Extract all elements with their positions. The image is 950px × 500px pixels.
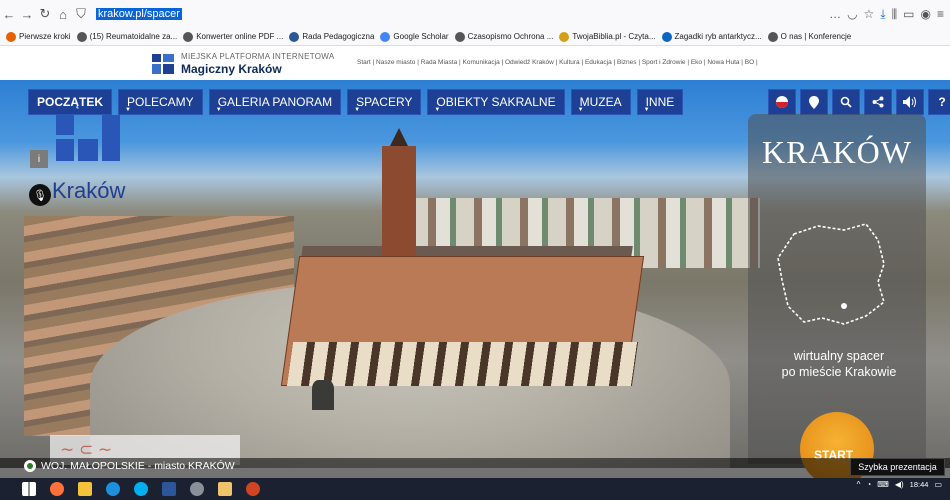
bookmark-item[interactable]: TwojaBiblia.pl - Czyta... bbox=[559, 31, 656, 42]
bookmark-icon bbox=[454, 31, 465, 42]
monument bbox=[312, 380, 334, 410]
caret-down-icon: ▼ bbox=[354, 107, 361, 113]
network-icon[interactable]: ◔ bbox=[866, 480, 871, 489]
bookmark-icon bbox=[76, 31, 87, 42]
volume-icon[interactable] bbox=[896, 89, 924, 115]
tool-buttons: ? bbox=[768, 89, 950, 115]
sound-icon[interactable]: ◀) bbox=[895, 480, 904, 489]
bookmark-icon bbox=[661, 31, 672, 42]
bookmark-icon bbox=[183, 31, 194, 42]
clock[interactable]: 18:44 bbox=[910, 480, 929, 489]
caret-down-icon: ▼ bbox=[577, 107, 584, 113]
menu-item-galeria[interactable]: GALERIA PANORAM ▼ bbox=[208, 89, 342, 115]
partner-badge-icon: ∼ ⊂ ∼ bbox=[60, 440, 113, 459]
main-menu: POCZĄTEK POLECAMY ▼ GALERIA PANORAM ▼ SPAC… bbox=[28, 89, 684, 115]
info-icon[interactable]: i bbox=[30, 150, 48, 168]
reload-icon[interactable]: ↻ bbox=[36, 6, 54, 22]
panel-title: KRAKÓW bbox=[762, 134, 912, 170]
home-icon[interactable]: ⌂ bbox=[54, 7, 72, 22]
url-bar[interactable]: krakow.pl/spacer bbox=[96, 5, 829, 23]
library-icon[interactable]: ⫼ bbox=[892, 7, 898, 22]
notifications-icon[interactable]: ▭ bbox=[934, 480, 942, 489]
back-icon[interactable]: ← bbox=[0, 7, 18, 22]
bookmark-icon bbox=[767, 31, 778, 42]
site-logo-icon[interactable] bbox=[152, 54, 174, 74]
bookmark-item[interactable]: Pierwsze kroki bbox=[6, 31, 71, 42]
file-explorer-icon[interactable] bbox=[78, 482, 92, 496]
bookmark-item[interactable]: Zagadki ryb antarktycz... bbox=[661, 31, 762, 42]
windows-start-icon[interactable] bbox=[22, 482, 36, 496]
site-header: MIEJSKA PLATFORMA INTERNETOWA Magiczny K… bbox=[0, 46, 950, 80]
download-icon[interactable]: ⤓ bbox=[880, 7, 885, 22]
edge-icon[interactable] bbox=[106, 482, 120, 496]
help-icon[interactable]: ? bbox=[928, 89, 950, 115]
menu-item-inne[interactable]: INNE ▼ bbox=[636, 89, 684, 115]
shield-icon[interactable]: ⛉ bbox=[72, 6, 90, 22]
region-icon bbox=[24, 460, 36, 472]
caret-down-icon: ▼ bbox=[125, 107, 131, 113]
menu-item-polecamy[interactable]: POLECAMY ▼ bbox=[118, 89, 203, 115]
menu-item-spacery[interactable]: SPACERY ▼ bbox=[347, 89, 422, 115]
menu-icon[interactable]: ≡ bbox=[937, 7, 944, 22]
caret-down-icon: ▼ bbox=[434, 107, 441, 113]
more-icon[interactable]: … bbox=[829, 7, 841, 22]
top-links[interactable]: Start | Nasze miasto | Rada Miasta | Kom… bbox=[357, 59, 758, 66]
krakow-logo-icon bbox=[56, 115, 120, 161]
poland-map-icon bbox=[777, 223, 885, 325]
keyboard-icon[interactable]: ⌨ bbox=[877, 480, 889, 489]
menu-item-obiekty[interactable]: OBIEKTY SAKRALNE ▼ bbox=[427, 89, 565, 115]
powerpoint-icon[interactable] bbox=[246, 482, 260, 496]
system-tray: ^ ◔ ⌨ ◀) 18:44 ▭ bbox=[857, 480, 942, 489]
town-hall-tower bbox=[382, 146, 416, 256]
bookmark-star-icon[interactable]: ☆ bbox=[864, 7, 875, 22]
cloth-hall-arcades bbox=[286, 342, 639, 386]
bookmark-icon bbox=[6, 31, 16, 42]
logo-subtitle: MIEJSKA PLATFORMA INTERNETOWA bbox=[181, 52, 335, 61]
bookmark-item[interactable]: Google Scholar bbox=[380, 31, 449, 42]
taskbar bbox=[0, 478, 950, 500]
logo-title[interactable]: Magiczny Kraków bbox=[181, 62, 282, 76]
sidebar-icon[interactable]: ▭ bbox=[903, 7, 914, 22]
bookmark-item[interactable]: Rada Pedagogiczna bbox=[289, 31, 374, 42]
panel-description: wirtualny spacer po mieście Krakowie bbox=[781, 349, 897, 379]
flag-icon[interactable] bbox=[768, 89, 796, 115]
bookmark-item[interactable]: Czasopismo Ochrona ... bbox=[454, 31, 553, 42]
browser-toolbar: ← → ↻ ⌂ ⛉ krakow.pl/spacer … ◡ ☆ ⤓ ⫼ ▭ ◉… bbox=[0, 0, 950, 28]
quick-presentation-button[interactable]: Szybka prezentacja bbox=[850, 458, 945, 476]
menu-item-muzea[interactable]: MUZEA ▼ bbox=[570, 89, 631, 115]
caret-down-icon: ▼ bbox=[215, 107, 222, 113]
settings-icon[interactable] bbox=[190, 482, 204, 496]
skype-icon[interactable] bbox=[134, 482, 148, 496]
word-icon[interactable] bbox=[162, 482, 176, 496]
bookmark-item[interactable]: O nas | Konferencje bbox=[767, 31, 851, 42]
krakow-wordmark: Kraków bbox=[52, 178, 126, 203]
location-pin-icon[interactable] bbox=[800, 89, 828, 115]
forward-icon[interactable]: → bbox=[18, 7, 36, 22]
bookmark-item[interactable]: (15) Reumatoidalne za... bbox=[76, 31, 177, 42]
pocket-icon[interactable]: ◡ bbox=[847, 7, 857, 22]
file-icon[interactable] bbox=[218, 482, 232, 496]
account-icon[interactable]: ◉ bbox=[921, 7, 931, 22]
bookmark-icon bbox=[380, 31, 391, 42]
menu-item-poczatek[interactable]: POCZĄTEK bbox=[28, 89, 112, 115]
bookmark-icon bbox=[289, 31, 300, 42]
microphone-icon[interactable]: 🎙 bbox=[29, 184, 51, 206]
bookmark-icon bbox=[559, 31, 570, 42]
caret-down-icon: ▼ bbox=[643, 107, 650, 113]
bookmarks-bar: Pierwsze kroki (15) Reumatoidalne za... … bbox=[0, 28, 950, 46]
region-label: WOJ. MAŁOPOLSKIE - miasto KRAKÓW bbox=[24, 460, 235, 472]
chevron-up-icon[interactable]: ^ bbox=[857, 480, 861, 489]
firefox-icon[interactable] bbox=[50, 482, 64, 496]
search-icon[interactable] bbox=[832, 89, 860, 115]
url-text[interactable]: krakow.pl/spacer bbox=[96, 8, 182, 20]
share-icon[interactable] bbox=[864, 89, 892, 115]
bookmark-item[interactable]: Konwerter online PDF ... bbox=[183, 31, 283, 42]
